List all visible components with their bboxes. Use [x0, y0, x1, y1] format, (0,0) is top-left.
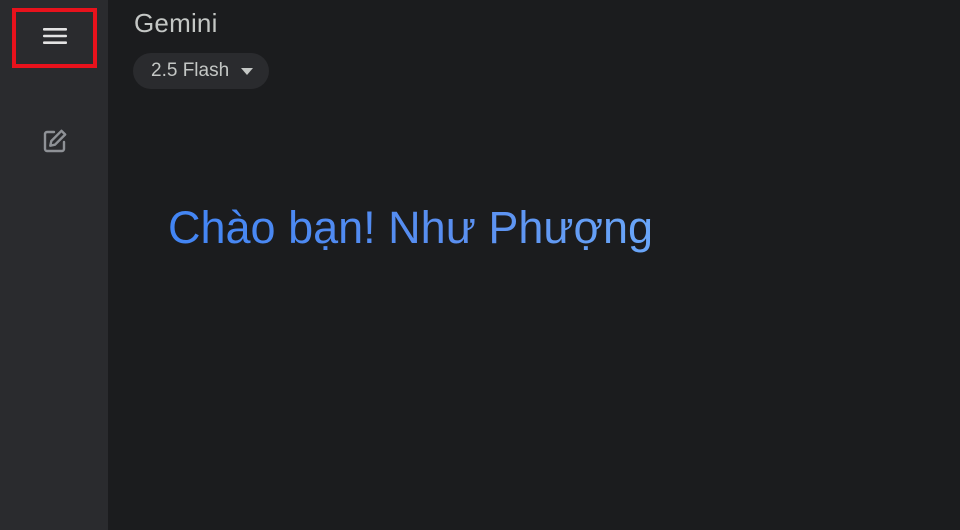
hamburger-menu-icon [42, 27, 67, 50]
sidebar [0, 0, 108, 530]
edit-square-icon [42, 128, 68, 159]
app-title: Gemini [134, 8, 218, 38]
new-chat-button[interactable] [38, 126, 72, 160]
model-selector-button[interactable]: 2.5 Flash [133, 53, 270, 89]
gemini-app-window: Gemini 2.5 Flash Chào bạn! Như Phượng [0, 0, 960, 530]
main-content: Gemini 2.5 Flash Chào bạn! Như Phượng [108, 0, 960, 530]
greeting-text: Chào bạn! Như Phượng [168, 202, 654, 253]
caret-down-icon [241, 67, 254, 75]
model-selector-label: 2.5 Flash [151, 60, 230, 81]
main-menu-button[interactable] [12, 8, 97, 68]
